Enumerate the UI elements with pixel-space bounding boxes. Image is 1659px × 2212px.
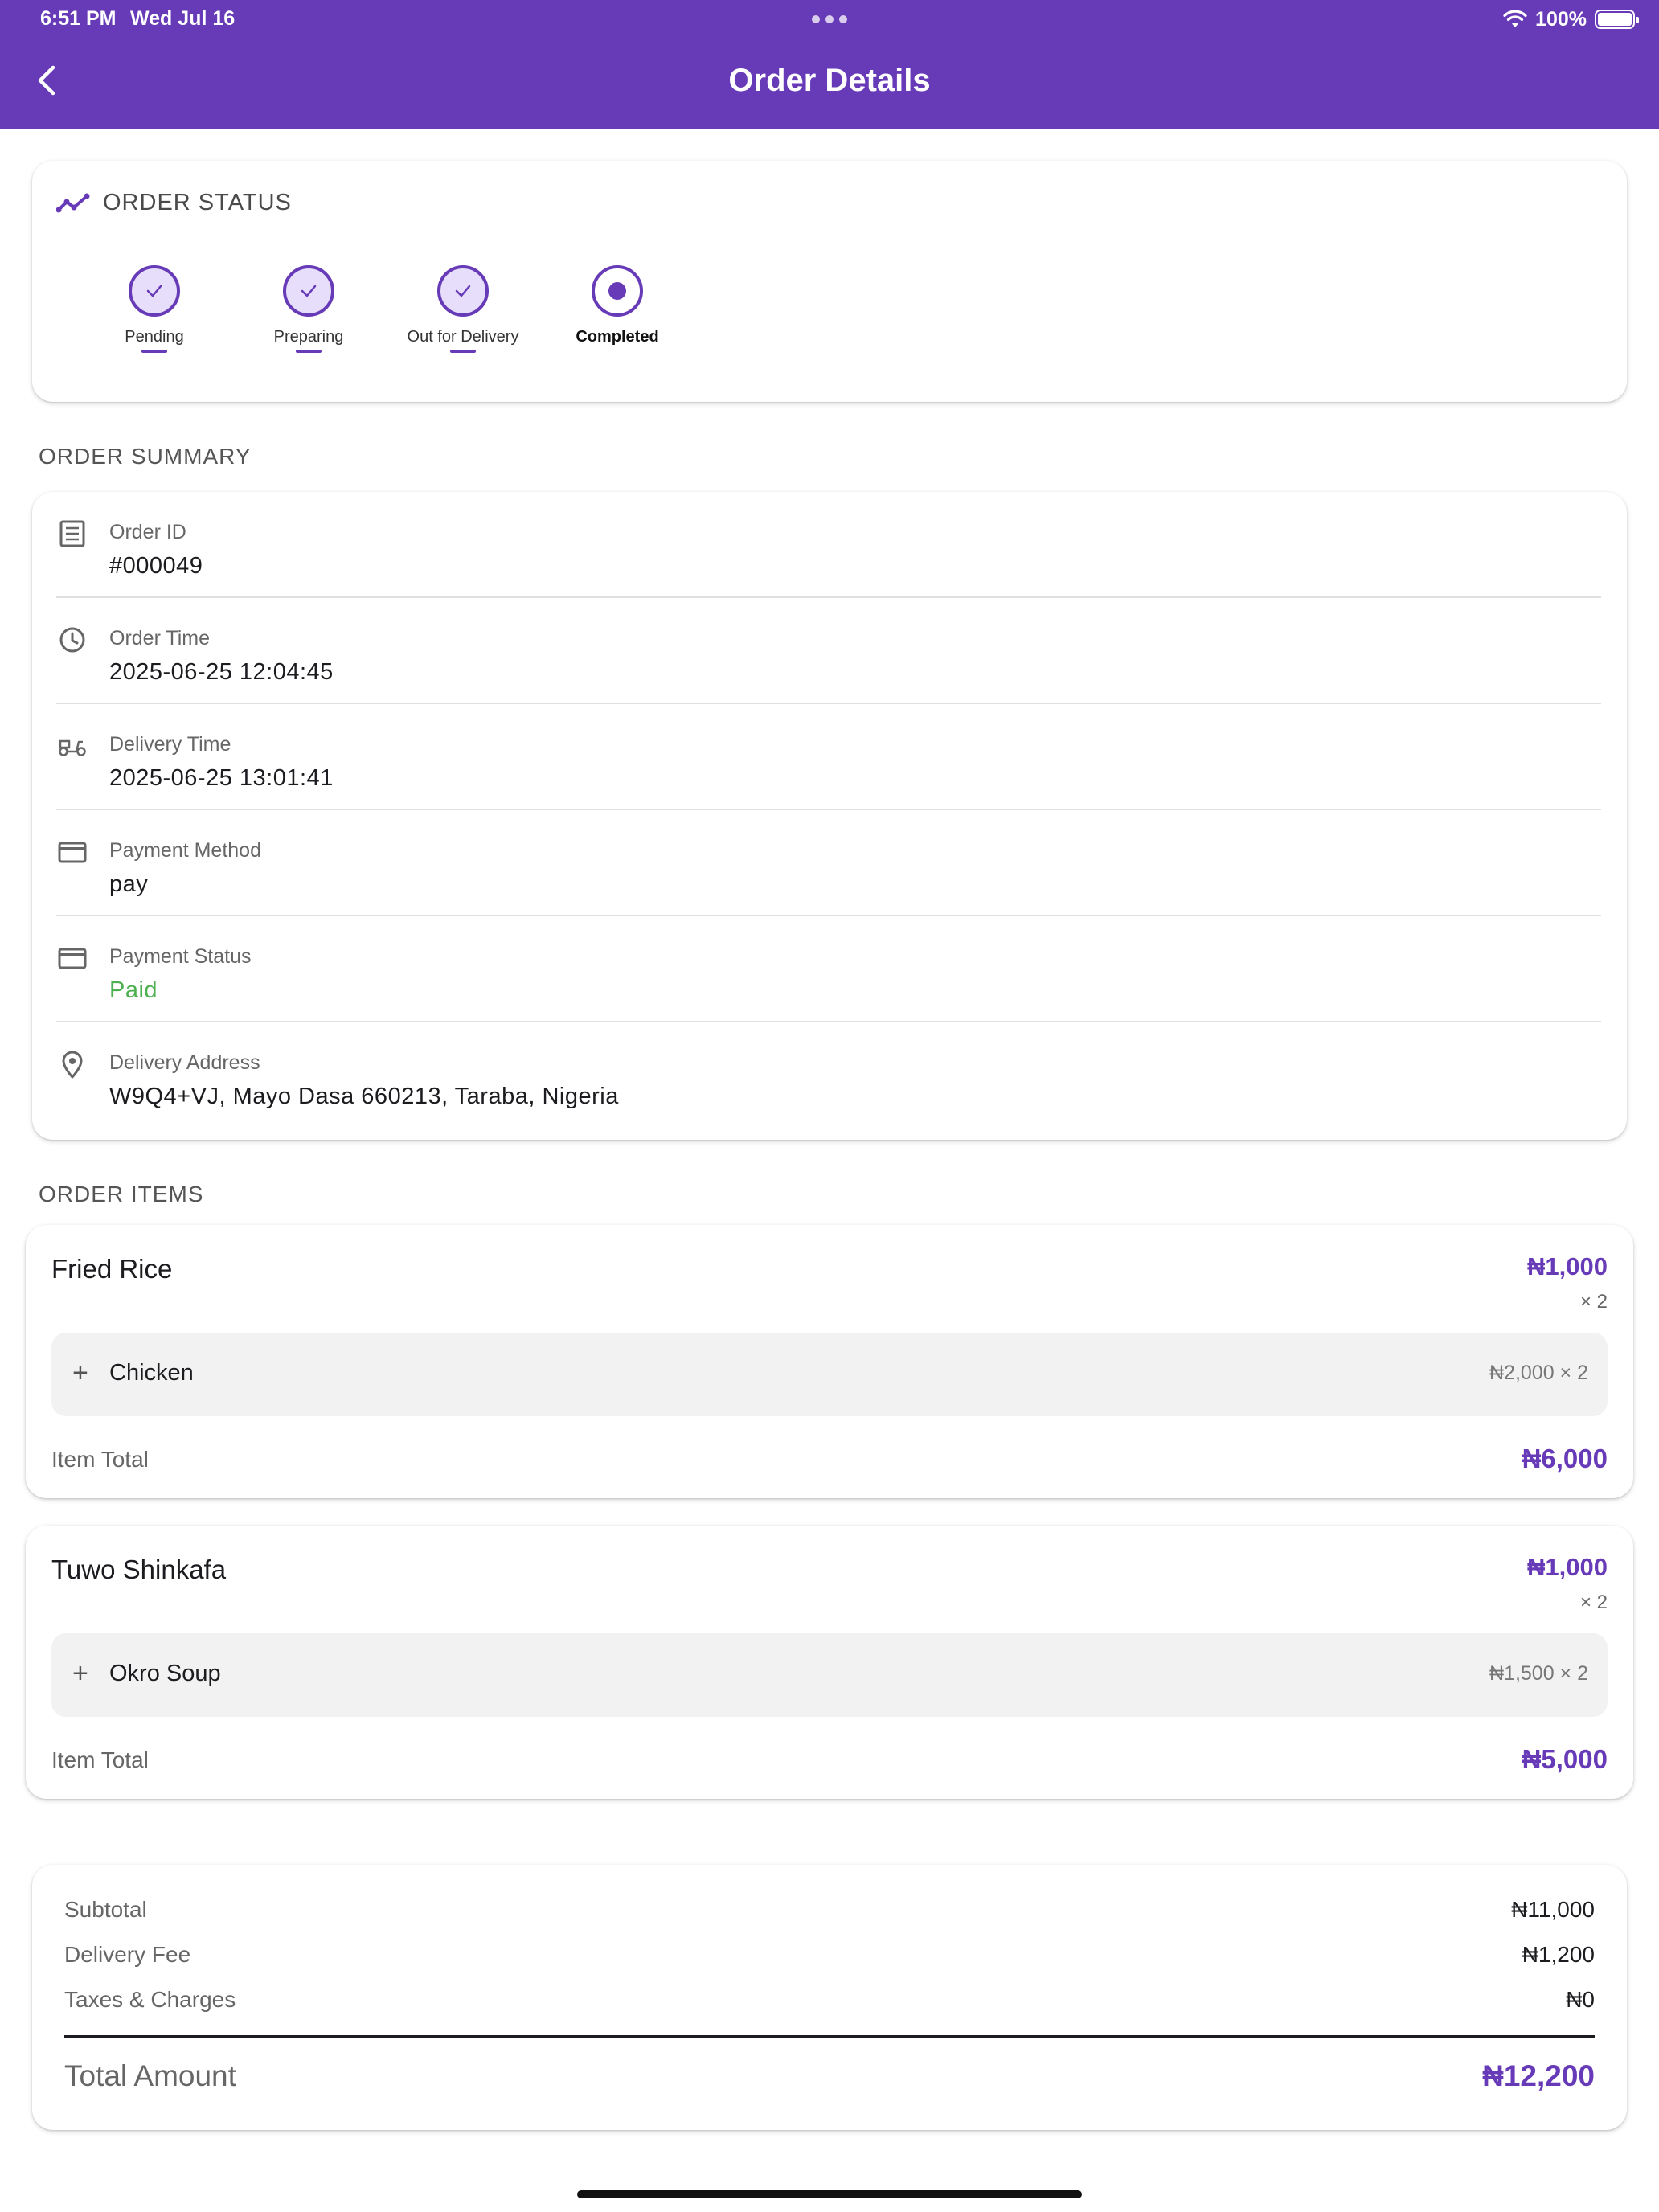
clock-icon <box>59 627 85 653</box>
totals-card: Subtotal ₦11,000 Delivery Fee ₦1,200 Tax… <box>32 1865 1627 2130</box>
order-status-header: ORDER STATUS <box>56 190 292 216</box>
delivery-time-value: 2025-06-25 13:01:41 <box>109 765 334 791</box>
subtotal-value: ₦11,000 <box>1511 1897 1595 1922</box>
order-item-card: Fried Rice ₦1,000 × 2 + Chicken ₦2,000 ×… <box>26 1225 1633 1498</box>
item-total-value: ₦5,000 <box>1522 1744 1608 1774</box>
status-right: 100% <box>1503 6 1639 32</box>
status-time: 6:51 PM <box>40 7 117 30</box>
addon-name: Okro Soup <box>109 1661 221 1686</box>
item-quantity: × 2 <box>1579 1291 1608 1313</box>
delivery-fee-value: ₦1,200 <box>1522 1942 1595 1967</box>
multitasking-dots-icon[interactable] <box>812 10 847 29</box>
item-price: ₦1,000 <box>1527 1252 1608 1280</box>
check-icon <box>129 265 180 317</box>
delivery-fee-row: Delivery Fee ₦1,200 <box>64 1942 1595 1974</box>
taxes-value: ₦0 <box>1566 1987 1595 2012</box>
summary-row-delivery-time: Delivery Time 2025-06-25 13:01:41 <box>56 704 1601 810</box>
item-quantity: × 2 <box>1579 1591 1608 1613</box>
step-preparing: Preparing <box>220 265 397 353</box>
plus-icon: + <box>72 1658 88 1689</box>
delivery-fee-label: Delivery Fee <box>64 1942 191 1967</box>
taxes-label: Taxes & Charges <box>64 1987 236 2012</box>
total-amount-value: ₦12,200 <box>1482 2059 1595 2092</box>
summary-label: Payment Method <box>109 839 261 862</box>
addon-price: ₦2,000 × 2 <box>1489 1362 1588 1384</box>
order-items-title: ORDER ITEMS <box>39 1182 204 1206</box>
radio-dot-icon <box>592 265 643 317</box>
step-label: Pending <box>125 328 184 346</box>
card-icon <box>58 842 87 863</box>
app-bar: 6:51 PM Wed Jul 16 100% Order Details <box>0 0 1659 129</box>
step-underline <box>450 350 476 353</box>
total-amount-label: Total Amount <box>64 2059 236 2092</box>
item-total-label: Item Total <box>51 1447 149 1472</box>
subtotal-row: Subtotal ₦11,000 <box>64 1897 1595 1929</box>
item-price: ₦1,000 <box>1527 1553 1608 1581</box>
order-status-card: ORDER STATUS Pending Preparing Out for D… <box>32 161 1627 402</box>
payment-status-value: Paid <box>109 977 158 1003</box>
wifi-icon <box>1503 10 1527 27</box>
summary-row-payment-status: Payment Status Paid <box>56 916 1601 1022</box>
item-name: Fried Rice <box>51 1254 173 1284</box>
page-title: Order Details <box>728 63 931 98</box>
addon-price: ₦1,500 × 2 <box>1489 1662 1588 1685</box>
home-indicator[interactable] <box>577 2190 1082 2198</box>
status-bar: 6:51 PM Wed Jul 16 100% <box>0 0 1659 39</box>
order-status-label: ORDER STATUS <box>103 190 292 215</box>
summary-row-order-time: Order Time 2025-06-25 12:04:45 <box>56 598 1601 704</box>
item-name: Tuwo Shinkafa <box>51 1555 227 1584</box>
location-pin-icon <box>62 1051 83 1079</box>
order-summary-card: Order ID #000049 Order Time 2025-06-25 1… <box>32 492 1627 1140</box>
item-total-value: ₦6,000 <box>1522 1444 1608 1473</box>
addon-row: + Chicken ₦2,000 × 2 <box>51 1333 1608 1416</box>
step-label: Completed <box>576 328 659 346</box>
battery-percent: 100% <box>1535 7 1587 31</box>
status-date: Wed Jul 16 <box>130 7 236 30</box>
order-time-value: 2025-06-25 12:04:45 <box>109 659 334 685</box>
card-icon <box>58 948 87 969</box>
trending-icon <box>56 193 90 212</box>
summary-label: Delivery Address <box>109 1051 260 1074</box>
step-out-for-delivery: Out for Delivery <box>375 265 551 353</box>
order-summary-title: ORDER SUMMARY <box>39 444 252 469</box>
summary-label: Payment Status <box>109 945 252 968</box>
summary-row-order-id: Order ID #000049 <box>56 492 1601 598</box>
summary-row-delivery-address: Delivery Address W9Q4+VJ, Mayo Dasa 6602… <box>56 1022 1601 1129</box>
step-underline <box>296 350 322 353</box>
step-pending: Pending <box>66 265 243 353</box>
summary-label: Order Time <box>109 627 211 649</box>
battery-icon <box>1595 10 1639 29</box>
scooter-icon <box>59 739 86 756</box>
plus-icon: + <box>72 1358 88 1388</box>
check-icon <box>283 265 334 317</box>
summary-label: Delivery Time <box>109 733 231 756</box>
step-underline <box>141 350 167 353</box>
check-icon <box>437 265 489 317</box>
summary-label: Order ID <box>109 521 186 543</box>
taxes-row: Taxes & Charges ₦0 <box>64 1987 1595 2019</box>
step-label: Out for Delivery <box>407 328 519 346</box>
addon-row: + Okro Soup ₦1,500 × 2 <box>51 1633 1608 1717</box>
payment-method-value: pay <box>109 871 149 897</box>
order-item-card: Tuwo Shinkafa ₦1,000 × 2 + Okro Soup ₦1,… <box>26 1526 1633 1799</box>
subtotal-label: Subtotal <box>64 1897 147 1922</box>
order-id-value: #000049 <box>109 553 203 579</box>
addon-name: Chicken <box>109 1360 194 1386</box>
receipt-icon <box>59 520 85 547</box>
step-completed: Completed <box>529 265 706 346</box>
delivery-address-value: W9Q4+VJ, Mayo Dasa 660213, Taraba, Niger… <box>109 1083 619 1109</box>
divider <box>64 2035 1595 2038</box>
step-label: Preparing <box>273 328 344 346</box>
item-total-label: Item Total <box>51 1747 149 1772</box>
summary-row-payment-method: Payment Method pay <box>56 810 1601 916</box>
